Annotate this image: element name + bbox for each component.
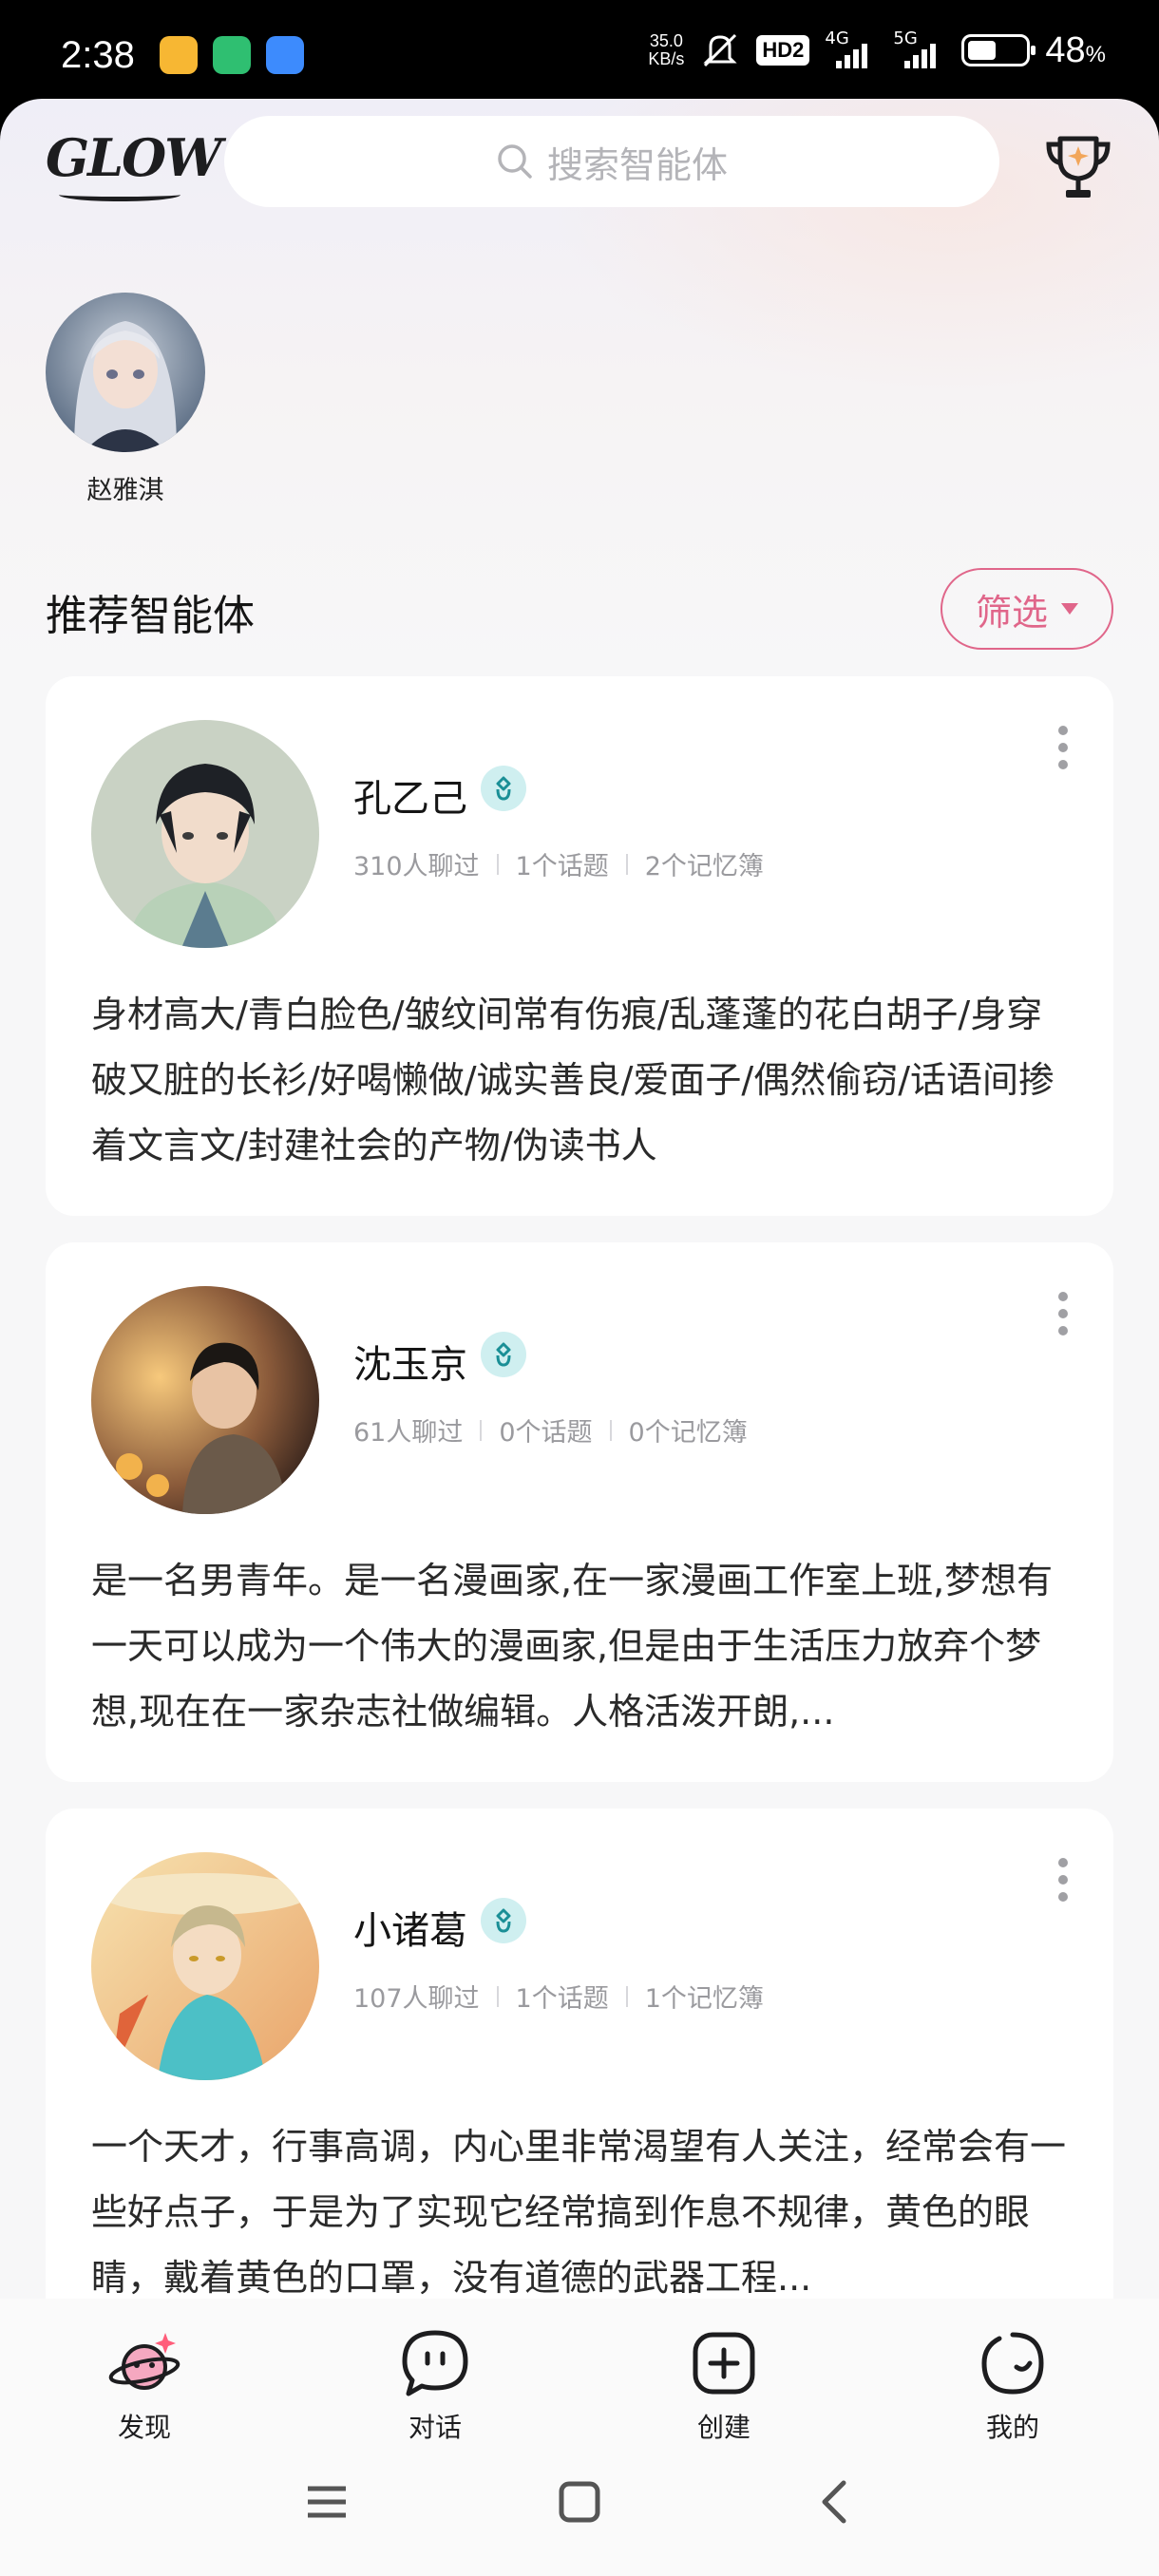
filter-button[interactable]: 筛选: [940, 568, 1113, 650]
trophy-icon[interactable]: [1043, 133, 1113, 201]
nav-label: 创建: [696, 2412, 750, 2443]
filter-label: 筛选: [975, 591, 1048, 634]
agent-card[interactable]: 小诸葛 107人聊过 1个话题 1个记忆簿 一个天才，行事高调，内心里非常渴望有…: [46, 1809, 1113, 2378]
avatar: [46, 293, 205, 452]
verified-badge-icon: [481, 766, 526, 811]
verified-badge-icon: [481, 1332, 526, 1377]
battery-percent: 48%: [1045, 29, 1106, 70]
signal-4g-icon: 4G: [825, 28, 878, 72]
agent-description: 身材高大/青白脸色/皱纹间常有伤痕/乱蓬蓬的花白胡子/身穿破又脏的长衫/好喝懒做…: [91, 994, 1055, 1166]
nav-me[interactable]: 我的: [937, 2325, 1089, 2445]
section-title: 推荐智能体: [46, 592, 255, 640]
nav-discover[interactable]: 发现: [68, 2325, 220, 2445]
hd-badge: HD2: [756, 35, 810, 66]
status-right: 35.0 KB/s HD2 4G 5G 48%: [648, 28, 1106, 72]
agent-card[interactable]: 沈玉京 61人聊过 0个话题 0个记忆簿 是一名男青年。是一名漫画家,在一家漫画…: [46, 1242, 1113, 1782]
status-bar: 2:38 35.0 KB/s HD2 4G 5G 48%: [0, 0, 1159, 112]
agent-description: 一个天才，行事高调，内心里非常渴望有人关注，经常会有一些好点子，于是为了实现它经…: [91, 2126, 1067, 2299]
agent-name: 小诸葛: [353, 1909, 467, 1953]
chat-count: 61人聊过: [353, 1418, 464, 1448]
search-icon: [498, 144, 532, 179]
more-options-icon[interactable]: [1056, 1858, 1070, 1902]
agent-stats: 61人聊过 0个话题 0个记忆簿: [353, 1411, 748, 1449]
more-options-icon[interactable]: [1056, 726, 1070, 769]
notification-icons: [160, 36, 304, 74]
topic-count: 1个话题: [515, 852, 609, 881]
bottom-nav: 发现 对话 创建 我的: [0, 2299, 1159, 2576]
green-app-icon: [213, 36, 251, 74]
agent-name: 沈玉京: [353, 1343, 467, 1387]
nav-label: 对话: [408, 2412, 462, 2443]
recent-agent-name: 赵雅淇: [86, 476, 164, 505]
agent-name: 孔乙己: [353, 777, 467, 821]
chat-count: 310人聊过: [353, 852, 480, 881]
avatar: [91, 1852, 319, 2080]
plus-square-icon: [693, 2332, 755, 2395]
app-surface: GLOW 搜索智能体 赵雅淇 推荐智能体 筛选 孔乙己 310人聊过 1个话题 …: [0, 99, 1159, 2576]
signal-5g-icon: 5G: [893, 28, 946, 72]
chat-count: 107人聊过: [353, 1984, 480, 2014]
caret-down-icon: [1061, 603, 1078, 615]
planet-icon: [108, 2333, 180, 2390]
search-placeholder: 搜索智能体: [546, 143, 728, 186]
battery-icon: [961, 34, 1036, 66]
chat-icon: [402, 2330, 468, 2396]
search-bar[interactable]: 搜索智能体: [224, 116, 999, 207]
verified-badge-icon: [481, 1898, 526, 1943]
glow-logo: GLOW: [46, 127, 222, 188]
mute-icon: [703, 33, 737, 67]
smile-icon: [981, 2332, 1044, 2395]
logo-swoosh: [59, 188, 180, 201]
memory-count: 2个记忆簿: [644, 852, 764, 881]
agent-description: 是一名男青年。是一名漫画家,在一家漫画工作室上班,梦想有一天可以成为一个伟大的漫…: [91, 1560, 1054, 1733]
memory-count: 1个记忆簿: [644, 1984, 764, 2014]
status-time: 2:38: [61, 34, 135, 76]
nav-create[interactable]: 创建: [648, 2325, 800, 2445]
recent-agent[interactable]: 赵雅淇: [44, 293, 207, 506]
memory-count: 0个记忆簿: [628, 1418, 748, 1448]
avatar: [91, 1286, 319, 1514]
network-speed: 35.0 KB/s: [648, 31, 685, 68]
notes-app-icon: [160, 36, 198, 74]
nav-label: 发现: [117, 2412, 171, 2443]
more-options-icon[interactable]: [1056, 1292, 1070, 1335]
avatar: [91, 720, 319, 948]
nav-label: 我的: [985, 2412, 1039, 2443]
topic-count: 0个话题: [499, 1418, 593, 1448]
back-nav-icon[interactable]: [811, 2479, 857, 2525]
agent-card[interactable]: 孔乙己 310人聊过 1个话题 2个记忆簿 身材高大/青白脸色/皱纹间常有伤痕/…: [46, 676, 1113, 1216]
menu-nav-icon[interactable]: [304, 2479, 350, 2525]
topic-count: 1个话题: [515, 1984, 609, 2014]
agent-stats: 310人聊过 1个话题 2个记忆簿: [353, 845, 764, 882]
nav-chat[interactable]: 对话: [359, 2325, 511, 2445]
agent-stats: 107人聊过 1个话题 1个记忆簿: [353, 1978, 764, 2015]
blue-app-icon: [266, 36, 304, 74]
home-nav-icon[interactable]: [557, 2479, 602, 2525]
